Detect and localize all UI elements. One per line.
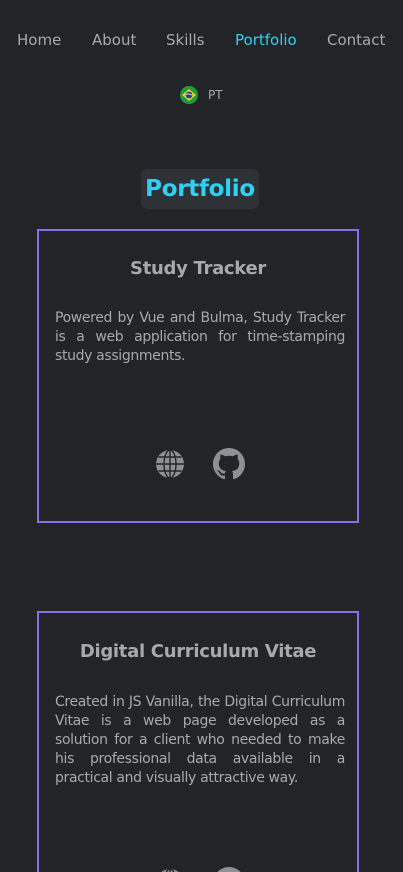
project-links — [39, 867, 357, 872]
project-card: Digital Curriculum Vitae Created in JS V… — [37, 611, 359, 872]
nav-link-portfolio[interactable]: Portfolio — [235, 29, 297, 51]
github-icon[interactable] — [213, 448, 245, 480]
project-links — [39, 448, 357, 480]
section-title: Portfolio — [141, 169, 259, 209]
brazil-flag-icon — [180, 86, 198, 104]
globe-icon[interactable] — [154, 448, 186, 480]
top-nav: Home About Skills Portfolio Contact — [0, 29, 403, 51]
page: Home About Skills Portfolio Contact PT P… — [0, 0, 403, 872]
project-description: Created in JS Vanilla, the Digital Curri… — [55, 694, 345, 786]
github-icon[interactable] — [213, 867, 245, 872]
language-label: PT — [208, 88, 223, 102]
globe-icon[interactable] — [154, 867, 186, 872]
project-card: Study Tracker Powered by Vue and Bulma, … — [37, 229, 359, 523]
nav-link-home[interactable]: Home — [17, 29, 61, 51]
project-description: Powered by Vue and Bulma, Study Tracker … — [55, 310, 345, 364]
nav-link-skills[interactable]: Skills — [166, 29, 205, 51]
project-title: Digital Curriculum Vitae — [79, 641, 317, 662]
language-switch[interactable]: PT — [180, 86, 223, 104]
project-title: Study Tracker — [130, 258, 266, 279]
nav-link-contact[interactable]: Contact — [327, 29, 385, 51]
nav-link-about[interactable]: About — [92, 29, 136, 51]
